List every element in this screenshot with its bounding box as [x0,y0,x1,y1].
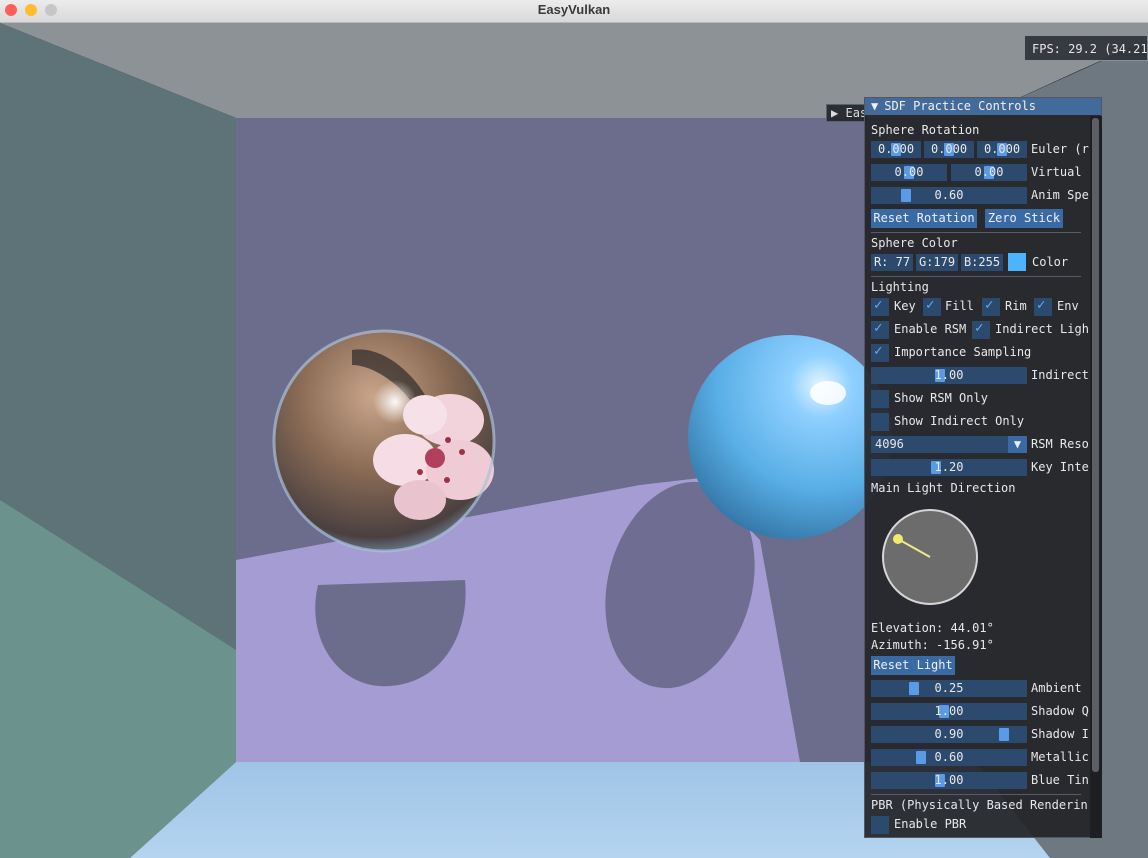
sphere-color-header: Sphere Color [871,236,958,250]
panel-scrollbar[interactable] [1090,116,1102,838]
key-intensity-slider[interactable]: 1.20 [871,459,1027,476]
fill-light-label: Fill [945,299,974,313]
fill-light-checkbox[interactable]: ✓ [923,297,941,316]
blue-tint-slider[interactable]: 1.00 [871,772,1027,789]
panel-title: SDF Practice Controls [884,99,1036,113]
show-rsm-only-checkbox[interactable] [871,390,889,408]
reset-light-button[interactable]: Reset Light [871,656,955,675]
rim-light-checkbox[interactable]: ✓ [982,297,1000,316]
color-swatch[interactable] [1008,253,1026,271]
light-direction-indicator [893,534,931,558]
separator [871,276,1081,277]
anim-speed-label: Anim Spe [1031,188,1089,202]
anim-speed-slider[interactable]: 0.60 [871,187,1027,204]
window-titlebar: EasyVulkan [0,0,1148,23]
elevation-readout: Elevation: 44.01° [871,621,994,635]
fps-overlay: FPS: 29.2 (34.21 [1024,35,1148,61]
lighting-header: Lighting [871,280,929,294]
virtual-y-drag[interactable]: 0.00 [951,164,1027,181]
blue-sphere [688,335,892,539]
reset-rotation-button[interactable]: Reset Rotation [871,209,977,228]
rim-light-label: Rim [1005,299,1027,313]
env-light-label: Env [1057,299,1079,313]
show-rsm-only-label: Show RSM Only [894,391,988,405]
zero-stick-button[interactable]: Zero Stick [985,209,1063,228]
triangle-down-icon[interactable]: ▼ [871,99,878,113]
pbr-header: PBR (Physically Based Rendering [871,798,1087,812]
virtual-x-drag[interactable]: 0.00 [871,164,947,181]
checkmark-icon: ✓ [926,297,935,313]
euler-x-drag[interactable]: 0.000 [871,141,921,158]
sphere-rotation-header: Sphere Rotation [871,123,980,137]
light-direction-dial[interactable] [882,509,978,605]
checkmark-icon: ✓ [1037,297,1046,313]
key-light-label: Key [894,299,916,313]
importance-sampling-checkbox[interactable]: ✓ [871,343,889,362]
rsm-resolution-label: RSM Reso [1031,437,1089,451]
euler-y-drag[interactable]: 0.000 [924,141,974,158]
scrollbar-thumb[interactable] [1092,118,1099,772]
glass-sphere [272,329,496,553]
main-light-direction-header: Main Light Direction [871,481,1016,495]
indirect-light-checkbox[interactable]: ✓ [972,320,990,339]
env-light-checkbox[interactable]: ✓ [1034,297,1052,316]
rsm-resolution-combo[interactable]: 4096 [871,436,1027,453]
azimuth-readout: Azimuth: -156.91° [871,638,994,652]
collapsed-arrow-icon: ▶ [831,106,839,120]
checkmark-icon: ✓ [985,297,994,313]
indirect-intensity-slider[interactable]: 1.00 [871,367,1027,384]
color-b-field[interactable]: B:255 [961,254,1003,271]
metallic-slider[interactable]: 0.60 [871,749,1027,766]
color-r-field[interactable]: R: 77 [871,254,913,271]
checkmark-icon: ✓ [874,297,883,313]
checkmark-icon: ✓ [874,320,883,336]
virtual-label: Virtual [1031,165,1082,179]
panel-titlebar[interactable]: ▼ SDF Practice Controls [865,98,1101,115]
show-indirect-only-label: Show Indirect Only [894,414,1025,428]
color-label: Color [1032,255,1069,269]
key-intensity-label: Key Inte [1031,460,1089,474]
separator [871,232,1081,233]
enable-pbr-checkbox[interactable] [871,816,889,834]
shadow-intensity-slider[interactable]: 0.90 [871,726,1027,743]
window-title: EasyVulkan [537,2,611,17]
checkmark-icon: ✓ [874,343,883,359]
indirect-intensity-label: Indirect [1031,368,1089,382]
collapsed-window-header[interactable]: ▶ Easy [826,104,868,122]
euler-z-drag[interactable]: 0.000 [977,141,1027,158]
show-indirect-only-checkbox[interactable] [871,413,889,431]
color-g-field[interactable]: G:179 [916,254,958,271]
enable-pbr-label: Enable PBR [894,817,967,831]
chevron-down-icon[interactable]: ▼ [1008,436,1027,453]
shadow-quality-slider[interactable]: 1.00 [871,703,1027,720]
shadow-intensity-label: Shadow I [1031,727,1089,741]
separator [871,794,1081,795]
checkmark-icon: ✓ [975,320,984,336]
ambient-slider[interactable]: 0.25 [871,680,1027,697]
importance-sampling-label: Importance Sampling [894,345,1032,359]
shadow-quality-label: Shadow Q [1031,704,1089,718]
metallic-label: Metallic [1031,750,1089,764]
euler-label: Euler (r [1031,142,1089,156]
enable-rsm-checkbox[interactable]: ✓ [871,320,889,339]
ambient-label: Ambient [1031,681,1082,695]
enable-rsm-label: Enable RSM [894,322,967,336]
key-light-checkbox[interactable]: ✓ [871,297,889,316]
blue-tint-label: Blue Tin [1031,773,1089,787]
indirect-light-label: Indirect Ligh [995,322,1089,336]
